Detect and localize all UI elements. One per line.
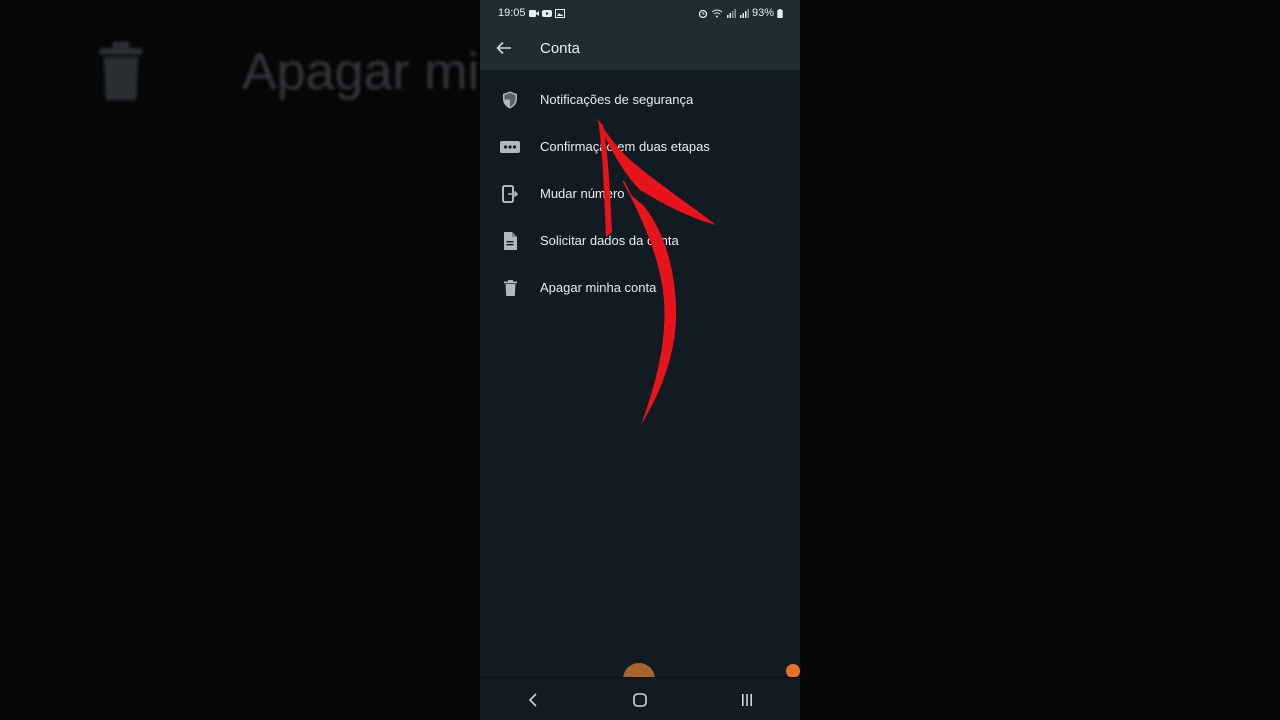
- nav-home-button[interactable]: [620, 682, 660, 718]
- page-title: Conta: [540, 39, 581, 57]
- notification-dot[interactable]: [786, 664, 800, 678]
- document-icon: [504, 231, 517, 250]
- back-icon: [529, 692, 537, 707]
- menu-item-label: Confirmação em duas etapas: [540, 139, 710, 154]
- dots-box-icon: [500, 140, 520, 153]
- home-icon: [633, 692, 647, 707]
- phone-screen: 19:05 93% Conta Notificações de seguranç…: [480, 0, 800, 720]
- battery-icon: [777, 8, 783, 18]
- nav-recents-button[interactable]: [727, 682, 767, 718]
- signal-icon: [726, 8, 736, 18]
- trash-icon: [503, 279, 517, 296]
- account-settings-list: Notificações de segurança Confirmação em…: [480, 76, 800, 311]
- menu-item-request-account-info[interactable]: Solicitar dados da conta: [480, 217, 800, 264]
- shield-icon: [503, 91, 517, 108]
- background-echo: Apagar mi: [95, 40, 479, 104]
- menu-item-security-notifications[interactable]: Notificações de segurança: [480, 76, 800, 123]
- video-call-icon: [528, 9, 539, 17]
- menu-item-label: Solicitar dados da conta: [540, 233, 679, 248]
- status-time: 19:05: [498, 7, 526, 19]
- trash-icon: [99, 41, 143, 101]
- background-echo-text: Apagar mi: [242, 43, 479, 101]
- youtube-icon: [541, 9, 552, 17]
- app-bar: Conta: [480, 26, 800, 70]
- status-bar: 19:05 93%: [480, 0, 800, 26]
- recents-icon: [741, 693, 752, 706]
- battery-percent: 93%: [751, 7, 774, 19]
- arrow-left-icon: [496, 41, 511, 55]
- gallery-icon: [554, 8, 565, 18]
- signal-icon: [739, 8, 749, 18]
- system-nav-bar: [480, 677, 800, 720]
- menu-item-label: Notificações de segurança: [540, 92, 694, 107]
- menu-item-two-step-verification[interactable]: Confirmação em duas etapas: [480, 123, 800, 170]
- menu-item-delete-account[interactable]: Apagar minha conta: [480, 264, 800, 311]
- phone-transfer-icon: [502, 184, 518, 203]
- menu-item-change-number[interactable]: Mudar número: [480, 170, 800, 217]
- nav-back-button[interactable]: [513, 682, 553, 718]
- wifi-icon: [711, 9, 723, 17]
- menu-item-label: Mudar número: [540, 186, 625, 201]
- menu-item-label: Apagar minha conta: [540, 280, 657, 295]
- back-button[interactable]: [480, 26, 528, 70]
- alarm-icon: [698, 9, 708, 18]
